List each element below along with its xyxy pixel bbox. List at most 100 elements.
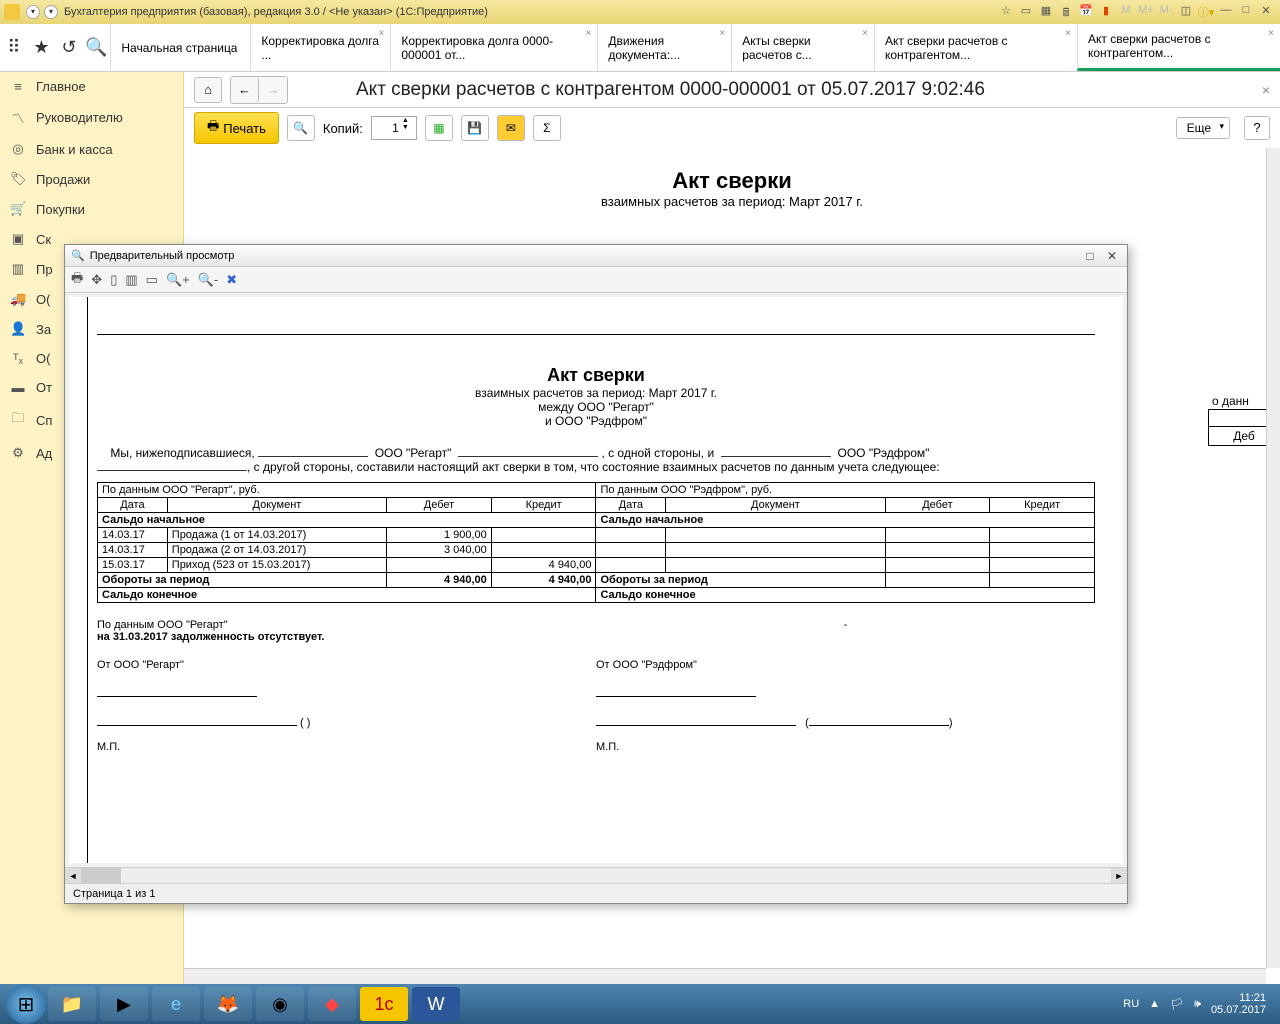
clock-date[interactable]: 05.07.2017 — [1211, 1004, 1266, 1016]
system-tray[interactable]: RU ▲ 🏳 🕪 11:21 05.07.2017 — [1123, 992, 1274, 1016]
tab-home[interactable]: Начальная страница — [110, 24, 250, 71]
box-icon: ▣ — [10, 231, 26, 247]
window-title: Бухгалтерия предприятия (базовая), редак… — [64, 6, 996, 18]
print-icon[interactable]: 🖶 — [71, 269, 83, 291]
scroll-left-icon[interactable]: ◄ — [65, 868, 81, 883]
report-icon: ▬ — [10, 380, 26, 395]
page-icon[interactable]: ▯ — [110, 272, 117, 288]
copies-input[interactable] — [372, 117, 402, 139]
tab-close-icon[interactable]: × — [719, 28, 725, 39]
tab-close-icon[interactable]: × — [379, 28, 385, 39]
titlebar-icon[interactable]: ▦ — [1037, 4, 1055, 20]
preview-close-button[interactable]: ✕ — [1103, 249, 1121, 263]
mail-button[interactable]: ✉ — [497, 115, 525, 141]
help-button[interactable]: ? — [1244, 116, 1270, 140]
doc-title: Акт сверки — [224, 168, 1240, 194]
taskbar-explorer[interactable]: 📁 — [48, 987, 96, 1021]
tab-debt-corr-doc[interactable]: Корректировка долга 0000-000001 от...× — [390, 24, 597, 71]
print-button[interactable]: 🖶 Печать — [194, 112, 279, 144]
spin-down[interactable]: ▼ — [402, 124, 416, 131]
titlebar-m[interactable]: M+ — [1137, 4, 1155, 20]
home-button[interactable]: ⌂ — [194, 77, 222, 103]
sidebar-item-purchases[interactable]: 🛒Покупки — [0, 194, 183, 224]
preview-title: Предварительный просмотр — [90, 250, 235, 262]
titlebar-m[interactable]: M- — [1157, 4, 1175, 20]
tray-lang[interactable]: RU — [1123, 998, 1139, 1010]
titlebar-m[interactable]: M — [1117, 4, 1135, 20]
titlebar-icon[interactable]: 🖩 — [1057, 4, 1075, 20]
vertical-scrollbar[interactable] — [1266, 148, 1280, 968]
tab-act-doc[interactable]: Акт сверки расчетов с контрагентом...× — [874, 24, 1077, 71]
sidebar-item-manager[interactable]: 〽Руководителю — [0, 101, 183, 134]
info-icon[interactable]: ⓘ▾ — [1197, 4, 1215, 20]
tab-debt-corr[interactable]: Корректировка долга ...× — [250, 24, 390, 71]
bars-icon: ▥ — [10, 261, 26, 277]
tray-flag-icon[interactable]: ▲ — [1149, 998, 1160, 1010]
close-button[interactable]: ✕ — [1257, 4, 1275, 20]
dropdown-icon[interactable]: ▾ — [44, 5, 58, 19]
preview-page[interactable]: Акт сверки взаимных расчетов за период: … — [69, 297, 1123, 863]
page-close-icon[interactable]: × — [1262, 82, 1270, 98]
horizontal-scrollbar[interactable] — [184, 968, 1266, 984]
tabs-bar: ⠿ ★ ↺ 🔍 Начальная страница Корректировка… — [0, 24, 1280, 72]
start-button[interactable]: ⊞ — [6, 984, 46, 1024]
fit-icon[interactable]: ▭ — [146, 272, 158, 288]
tab-acts-list[interactable]: Акты сверки расчетов с...× — [731, 24, 874, 71]
sum-button[interactable]: Σ — [533, 115, 561, 141]
tab-act-doc-active[interactable]: Акт сверки расчетов с контрагентом...× — [1077, 24, 1280, 71]
move-icon[interactable]: ✥ — [91, 272, 102, 288]
taskbar-chrome[interactable]: ◉ — [256, 987, 304, 1021]
dropdown-icon[interactable]: ▾ — [26, 5, 40, 19]
search-icon[interactable]: 🔍 — [83, 24, 111, 71]
tool-button[interactable]: ▦ — [425, 115, 453, 141]
more-button[interactable]: Еще — [1176, 117, 1230, 139]
titlebar-icon[interactable]: ▮ — [1097, 4, 1115, 20]
chart-icon: 〽 — [10, 108, 26, 127]
titlebar-icon[interactable]: ▭ — [1017, 4, 1035, 20]
zoom-out-icon[interactable]: 🔍- — [198, 272, 219, 288]
tray-icon[interactable]: 🏳 — [1170, 998, 1184, 1011]
preview-close-icon[interactable]: ✖ — [226, 272, 237, 288]
taskbar-word[interactable]: W — [412, 987, 460, 1021]
titlebar-panel-icon[interactable]: ◫ — [1177, 4, 1195, 20]
preview-h-scrollbar[interactable]: ◄ ► — [65, 867, 1127, 883]
tray-icon[interactable]: 🕪 — [1194, 998, 1201, 1011]
taskbar-player[interactable]: ▶ — [100, 987, 148, 1021]
taskbar-firefox[interactable]: 🦊 — [204, 987, 252, 1021]
copies-stepper[interactable]: ▲▼ — [371, 116, 417, 140]
taskbar-anydesk[interactable]: ◆ — [308, 987, 356, 1021]
forward-button[interactable]: → — [259, 77, 287, 103]
tab-close-icon[interactable]: × — [585, 28, 591, 39]
cart-icon: 🛒 — [10, 201, 26, 217]
sidebar-item-main[interactable]: ≡Главное — [0, 72, 183, 101]
history-icon[interactable]: ↺ — [55, 24, 83, 71]
spin-up[interactable]: ▲ — [402, 117, 416, 124]
scroll-right-icon[interactable]: ► — [1111, 868, 1127, 883]
back-button[interactable]: ← — [231, 77, 259, 103]
preview-toolbar: 🖶 ✥ ▯ ▥ ▭ 🔍+ 🔍- ✖ — [65, 267, 1127, 293]
preview-titlebar[interactable]: 🔍 Предварительный просмотр □ ✕ — [65, 245, 1127, 267]
zoom-in-icon[interactable]: 🔍+ — [166, 272, 190, 288]
preview-button[interactable]: 🔍 — [287, 115, 315, 141]
titlebar-icon[interactable]: ☆ — [997, 4, 1015, 20]
apps-icon[interactable]: ⠿ — [0, 24, 28, 71]
scroll-thumb[interactable] — [81, 868, 121, 883]
star-icon[interactable]: ★ — [28, 24, 56, 71]
sidebar-item-bank[interactable]: ◎Банк и касса — [0, 134, 183, 164]
tab-close-icon[interactable]: × — [1268, 28, 1274, 39]
tab-close-icon[interactable]: × — [1065, 28, 1071, 39]
taskbar-ie[interactable]: e — [152, 987, 200, 1021]
taskbar-1c[interactable]: 1c — [360, 987, 408, 1021]
preview-maximize-button[interactable]: □ — [1081, 249, 1099, 263]
titlebar-icon[interactable]: 📅 — [1077, 4, 1095, 20]
maximize-button[interactable]: □ — [1237, 4, 1255, 20]
tab-movements[interactable]: Движения документа:...× — [597, 24, 731, 71]
pages-icon[interactable]: ▥ — [125, 272, 137, 288]
sign-right: От ООО "Рэдфром" () М.П. — [596, 659, 1095, 753]
save-button[interactable]: 💾 — [461, 115, 489, 141]
clock-time[interactable]: 11:21 — [1211, 992, 1266, 1004]
tab-close-icon[interactable]: × — [862, 28, 868, 39]
minimize-button[interactable]: — — [1217, 4, 1235, 20]
sidebar-item-sales[interactable]: 🏷Продажи — [0, 164, 183, 194]
bank-icon: ◎ — [10, 141, 26, 157]
